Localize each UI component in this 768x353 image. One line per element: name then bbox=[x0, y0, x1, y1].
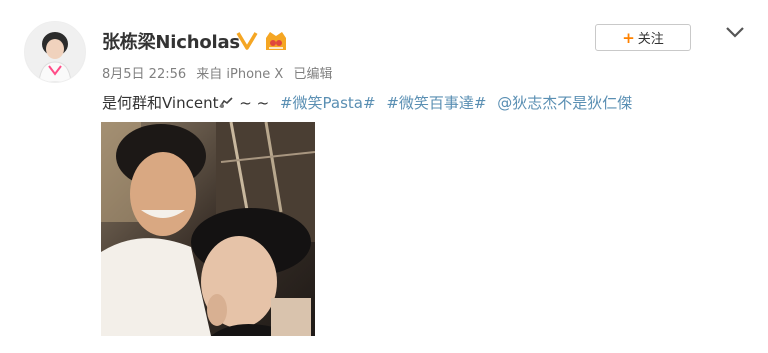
mention-link[interactable]: @狄志杰不是狄仁傑 bbox=[497, 94, 632, 112]
post-photo[interactable] bbox=[101, 122, 315, 336]
avatar[interactable] bbox=[24, 21, 86, 83]
avatar-image bbox=[25, 22, 85, 82]
post-text: 是何群和Vincent ~ ~ #微笑Pasta# #微笑百事達# @狄志杰不是… bbox=[102, 92, 632, 113]
follow-label: 关注 bbox=[637, 32, 664, 47]
follow-button[interactable]: + 关注 bbox=[595, 24, 691, 51]
post-body: 是何群和Vincent bbox=[102, 94, 219, 112]
post-tilde: ~ ~ bbox=[234, 94, 270, 112]
chevron-down-icon[interactable] bbox=[724, 24, 746, 40]
weibo-post: 张栋梁Nicholas 8月5日 22:56 来自 iPhone X 已编辑 +… bbox=[0, 0, 768, 353]
topic-tag[interactable]: #微笑Pasta# bbox=[280, 94, 376, 112]
username[interactable]: 张栋梁Nicholas bbox=[102, 28, 240, 54]
hand-wave-icon bbox=[219, 97, 234, 108]
selfie-image bbox=[101, 122, 315, 336]
edited-label[interactable]: 已编辑 bbox=[293, 67, 332, 82]
plus-icon: + bbox=[622, 28, 635, 47]
fan-badge-icon[interactable] bbox=[264, 30, 288, 52]
post-source: 来自 iPhone X bbox=[196, 67, 284, 82]
post-meta: 8月5日 22:56 来自 iPhone X 已编辑 bbox=[102, 63, 339, 82]
topic-tag[interactable]: #微笑百事達# bbox=[386, 94, 486, 112]
post-date[interactable]: 8月5日 22:56 bbox=[102, 67, 186, 82]
verified-v-icon bbox=[236, 32, 258, 50]
